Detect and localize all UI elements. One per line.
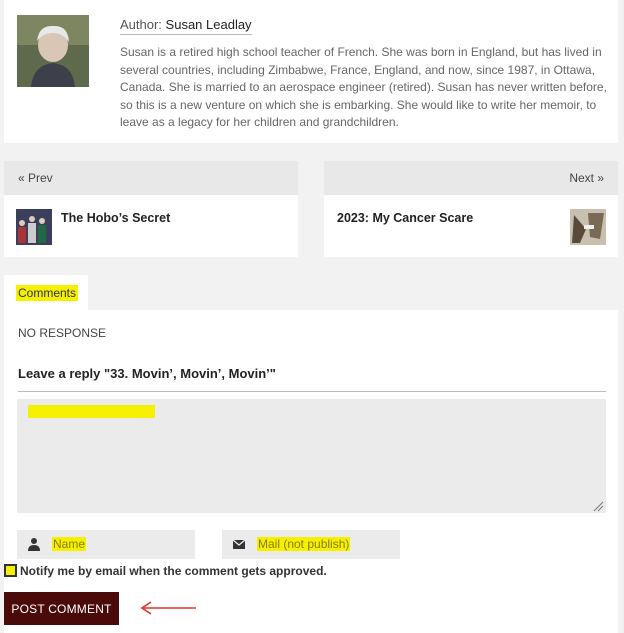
tab-comments[interactable]: Comments — [4, 275, 88, 310]
next-post-thumbnail[interactable] — [570, 209, 606, 245]
prev-post-thumbnail[interactable] — [16, 209, 52, 245]
reply-title: Leave a reply "33. Movin’, Movin’, Movin… — [18, 366, 606, 392]
author-label: Author: Susan Leadlay — [120, 17, 252, 35]
envelope-icon — [232, 539, 246, 549]
comment-textarea-highlight — [28, 405, 155, 418]
author-bio: Susan is a retired high school teacher o… — [120, 45, 607, 129]
author-avatar — [17, 15, 89, 87]
next-post-label[interactable]: Next » — [324, 161, 618, 195]
author-name[interactable]: Susan Leadlay — [166, 17, 252, 32]
author-label-prefix: Author: — [120, 17, 162, 32]
name-placeholder: Name — [52, 537, 87, 551]
post-comment-button[interactable]: POST COMMENT — [4, 592, 119, 625]
name-field[interactable]: Name — [17, 530, 195, 559]
prev-post-title[interactable]: The Hobo’s Secret — [61, 211, 170, 225]
next-post-title[interactable]: 2023: My Cancer Scare — [337, 211, 473, 225]
prev-post-card[interactable]: « Prev The Hobo’s Secret — [4, 161, 298, 257]
no-response-text: NO RESPONSE — [18, 326, 107, 340]
mail-field[interactable]: Mail (not publish) — [222, 530, 400, 559]
comments-panel: NO RESPONSE Leave a reply "33. Movin’, M… — [4, 310, 618, 633]
notify-checkbox[interactable] — [4, 564, 17, 577]
resize-grip-icon[interactable] — [593, 501, 604, 512]
mail-placeholder: Mail (not publish) — [257, 537, 351, 551]
notify-label: Notify me by email when the comment gets… — [20, 564, 327, 578]
tab-comments-label: Comments — [16, 285, 79, 301]
author-box: Author: Susan Leadlay Susan is a retired… — [4, 0, 618, 143]
prev-post-label[interactable]: « Prev — [4, 161, 298, 195]
next-post-card[interactable]: Next » 2023: My Cancer Scare — [324, 161, 618, 257]
red-arrow-icon — [140, 601, 196, 615]
user-icon — [28, 538, 40, 551]
